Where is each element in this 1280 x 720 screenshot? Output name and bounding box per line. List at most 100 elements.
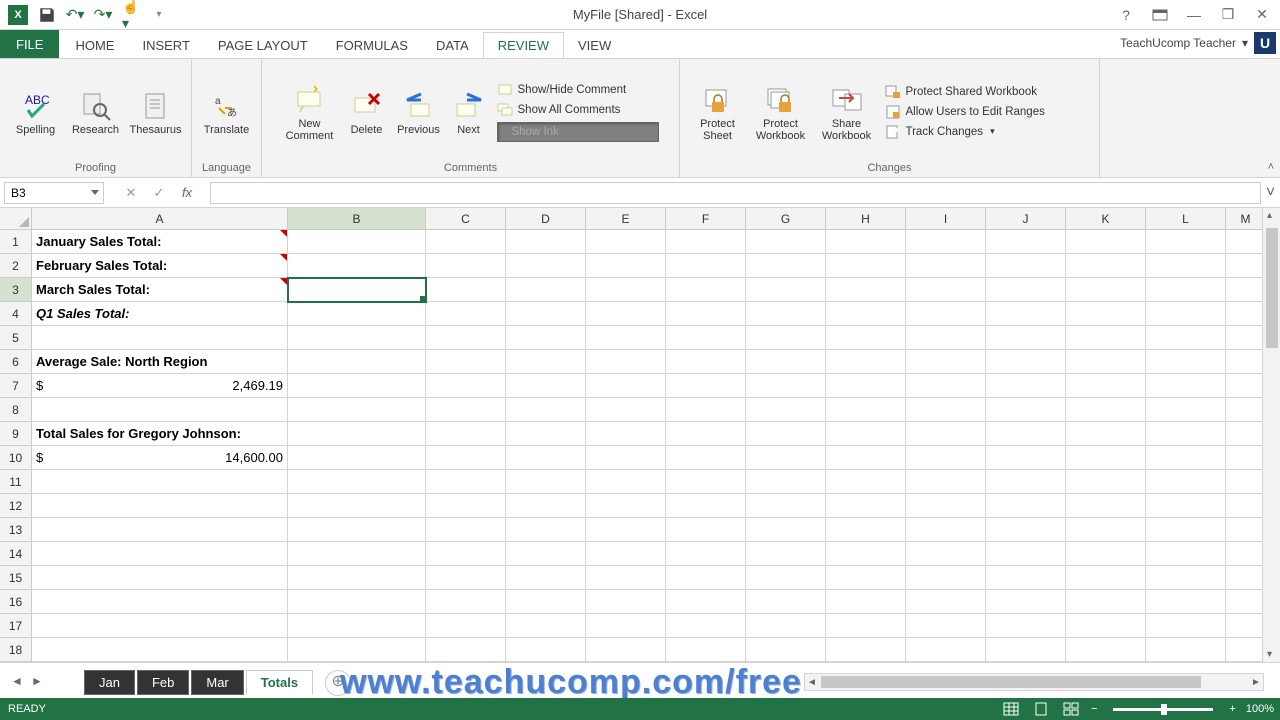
cell[interactable] [1066, 398, 1146, 422]
cell[interactable] [666, 302, 746, 326]
cell[interactable] [1226, 518, 1266, 542]
cell[interactable] [826, 326, 906, 350]
cell[interactable] [666, 542, 746, 566]
cell[interactable] [746, 542, 826, 566]
cell[interactable] [586, 350, 666, 374]
cell[interactable] [426, 230, 506, 254]
cell[interactable] [506, 566, 586, 590]
tab-data[interactable]: DATA [422, 33, 483, 58]
cell[interactable] [288, 230, 426, 254]
cell[interactable] [426, 518, 506, 542]
cell[interactable] [288, 638, 426, 662]
cell[interactable]: February Sales Total: [32, 254, 288, 278]
cell[interactable] [1066, 350, 1146, 374]
cell[interactable] [1066, 374, 1146, 398]
cell[interactable] [666, 398, 746, 422]
row-header[interactable]: 17 [0, 614, 32, 638]
cell[interactable] [746, 638, 826, 662]
cell[interactable] [1226, 494, 1266, 518]
cell[interactable] [666, 638, 746, 662]
cell[interactable] [586, 422, 666, 446]
cell[interactable] [32, 518, 288, 542]
cell[interactable] [1226, 614, 1266, 638]
restore-icon[interactable]: ❐ [1218, 5, 1238, 25]
cell[interactable] [426, 446, 506, 470]
cell[interactable] [826, 542, 906, 566]
ribbon-display-icon[interactable] [1150, 5, 1170, 25]
cell[interactable] [506, 254, 586, 278]
cell[interactable] [288, 446, 426, 470]
cell[interactable] [906, 542, 986, 566]
cell[interactable] [746, 518, 826, 542]
row-header[interactable]: 3 [0, 278, 32, 302]
cell[interactable] [506, 398, 586, 422]
protect-sheet-button[interactable]: Protect Sheet [689, 82, 747, 142]
cell[interactable] [506, 590, 586, 614]
close-icon[interactable]: ✕ [1252, 5, 1272, 25]
cell[interactable] [426, 542, 506, 566]
cell[interactable] [986, 518, 1066, 542]
cell[interactable] [288, 566, 426, 590]
cell[interactable] [826, 374, 906, 398]
row-header[interactable]: 18 [0, 638, 32, 662]
name-box[interactable]: B3 [4, 182, 104, 204]
cell[interactable] [32, 614, 288, 638]
qat-customize-icon[interactable]: ▾ [150, 6, 168, 24]
cell[interactable] [906, 422, 986, 446]
cell[interactable] [666, 566, 746, 590]
cell[interactable] [288, 614, 426, 638]
account-avatar[interactable]: U [1254, 32, 1276, 54]
cell[interactable] [826, 422, 906, 446]
column-header-B[interactable]: B [288, 208, 426, 230]
cell[interactable] [1066, 278, 1146, 302]
cell[interactable] [986, 278, 1066, 302]
show-hide-comment-button[interactable]: Show/Hide Comment [497, 82, 659, 98]
cell[interactable] [1226, 230, 1266, 254]
cell[interactable] [1146, 326, 1226, 350]
cell[interactable] [32, 542, 288, 566]
cell[interactable] [1146, 566, 1226, 590]
cell[interactable] [986, 422, 1066, 446]
cell[interactable] [1066, 590, 1146, 614]
cell[interactable] [586, 446, 666, 470]
cell[interactable] [1066, 302, 1146, 326]
cell[interactable] [426, 494, 506, 518]
cell[interactable] [746, 254, 826, 278]
column-header-G[interactable]: G [746, 208, 826, 230]
cell[interactable] [288, 494, 426, 518]
page-break-view-icon[interactable] [1061, 700, 1081, 718]
column-header-H[interactable]: H [826, 208, 906, 230]
row-header[interactable]: 2 [0, 254, 32, 278]
cell[interactable]: $14,600.00 [32, 446, 288, 470]
cell[interactable] [506, 542, 586, 566]
cell[interactable] [826, 302, 906, 326]
cell[interactable] [986, 494, 1066, 518]
insert-function-icon[interactable]: fx [178, 185, 196, 200]
column-header-C[interactable]: C [426, 208, 506, 230]
cell[interactable] [826, 350, 906, 374]
cell[interactable] [426, 398, 506, 422]
cell[interactable] [906, 326, 986, 350]
cell[interactable] [288, 254, 426, 278]
minimize-icon[interactable]: — [1184, 5, 1204, 25]
sheet-tab-feb[interactable]: Feb [137, 670, 189, 695]
cell[interactable] [746, 590, 826, 614]
zoom-out-icon[interactable]: − [1091, 703, 1097, 715]
cell[interactable] [906, 590, 986, 614]
cell[interactable] [1066, 542, 1146, 566]
cell[interactable] [506, 230, 586, 254]
cell[interactable] [586, 470, 666, 494]
cell[interactable] [746, 326, 826, 350]
cell[interactable] [32, 494, 288, 518]
cell[interactable] [826, 398, 906, 422]
cell[interactable] [666, 374, 746, 398]
cell[interactable] [986, 614, 1066, 638]
cell[interactable] [1146, 254, 1226, 278]
cell[interactable]: January Sales Total: [32, 230, 288, 254]
sheet-nav-prev-icon[interactable]: ◄ [8, 674, 26, 692]
zoom-slider[interactable] [1113, 708, 1213, 711]
cell[interactable] [906, 614, 986, 638]
protect-workbook-button[interactable]: Protect Workbook [749, 82, 813, 142]
cell[interactable] [32, 590, 288, 614]
track-changes-button[interactable]: Track Changes▾ [885, 124, 1087, 140]
